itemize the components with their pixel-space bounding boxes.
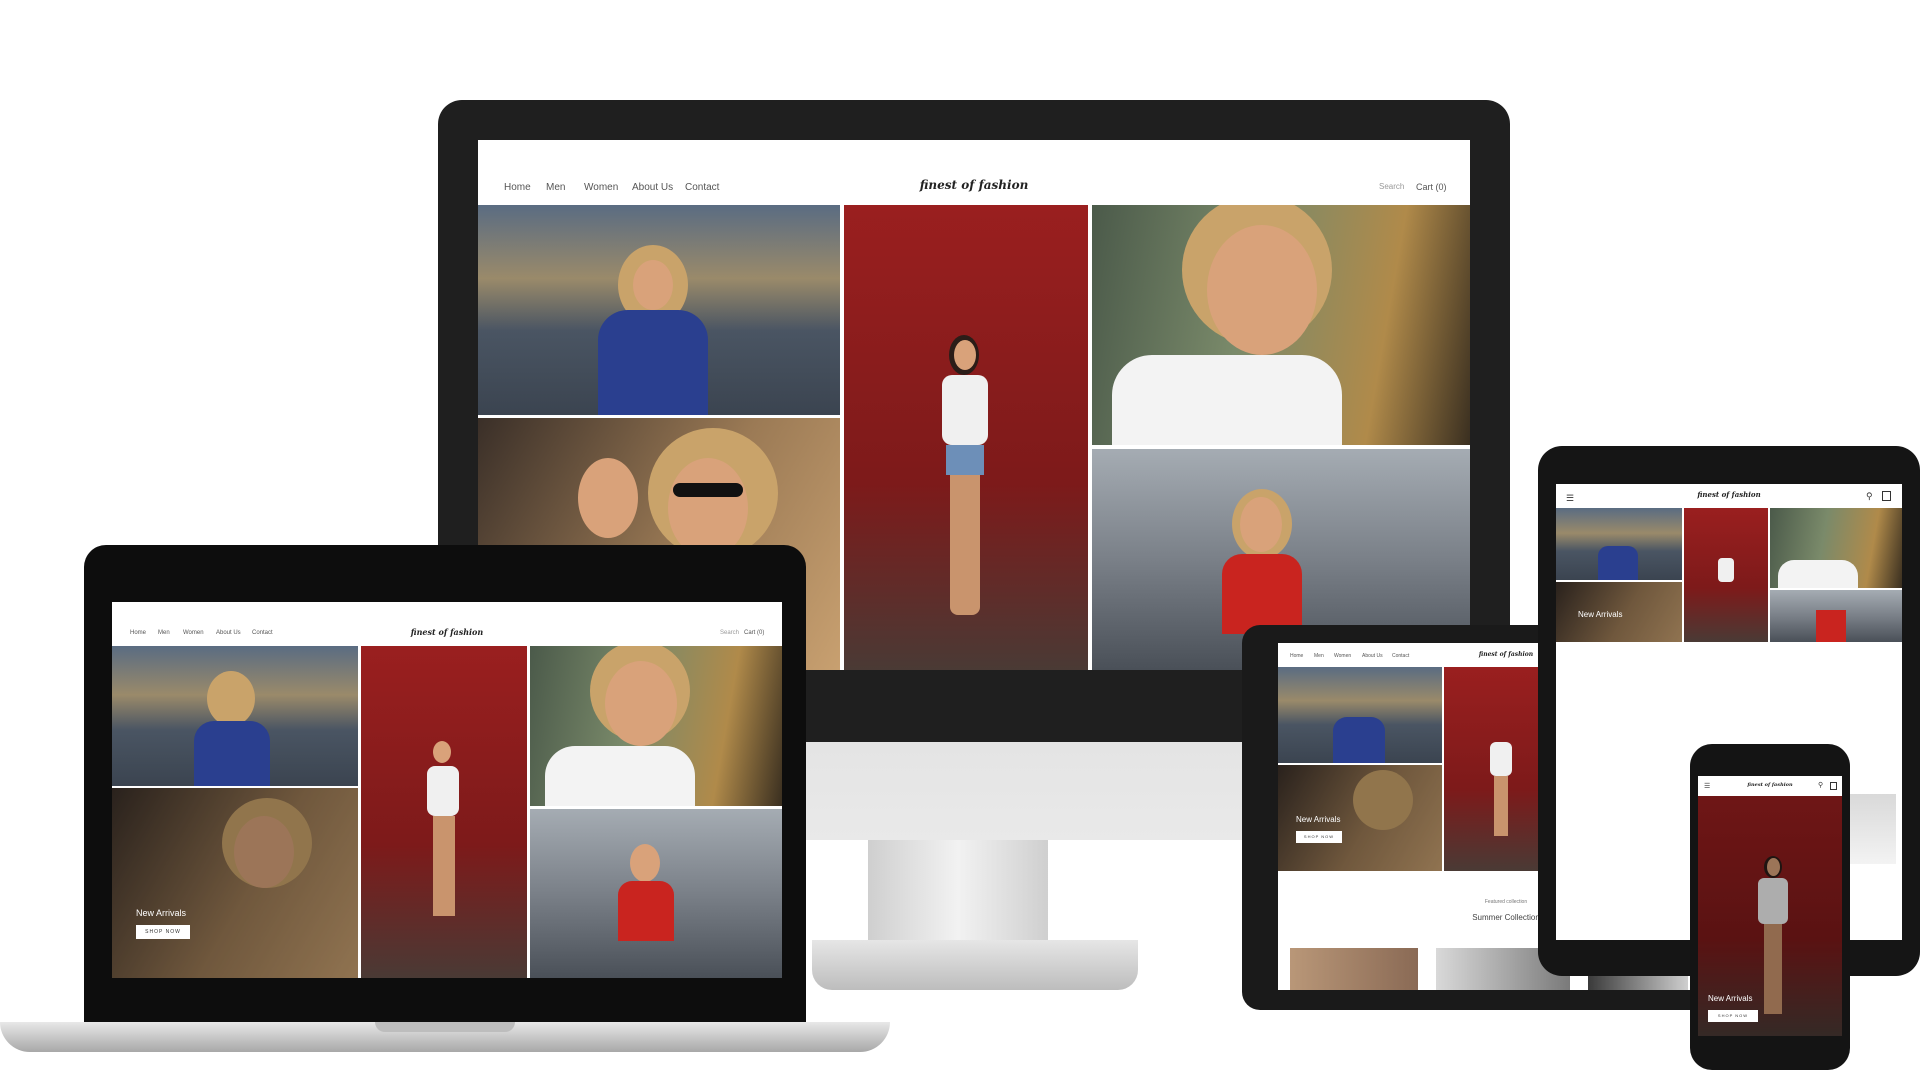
nav-women[interactable]: Women bbox=[183, 630, 204, 636]
photo-man-smiling[interactable] bbox=[1770, 508, 1902, 588]
nav-about-us[interactable]: About Us bbox=[632, 182, 673, 193]
nav-home[interactable]: Home bbox=[1290, 653, 1303, 659]
photo-couple-sunglasses[interactable]: New Arrivals SHOP NOW bbox=[1278, 765, 1442, 871]
photo-man-smiling[interactable] bbox=[1092, 205, 1470, 445]
menu-icon[interactable]: ☰ bbox=[1566, 493, 1574, 504]
shop-now-button[interactable]: SHOP NOW bbox=[1296, 831, 1342, 843]
tablet-portrait-header: ☰ finest of fashion ⚲ bbox=[1556, 484, 1902, 508]
shop-now-button[interactable]: SHOP NOW bbox=[136, 925, 190, 939]
hero-title: New Arrivals bbox=[1708, 994, 1753, 1003]
site-logo[interactable]: finest of fashion bbox=[1697, 490, 1760, 499]
photo-swing-ride-woman[interactable] bbox=[530, 809, 782, 978]
nav-contact[interactable]: Contact bbox=[1392, 653, 1409, 659]
bag-icon[interactable] bbox=[1830, 782, 1837, 790]
search-icon[interactable]: ⚲ bbox=[1818, 781, 1823, 789]
monitor-stand-base bbox=[812, 940, 1138, 990]
cart-link[interactable]: Cart (0) bbox=[744, 630, 764, 636]
photo-swing-ride-woman[interactable] bbox=[1770, 590, 1902, 642]
nav-home[interactable]: Home bbox=[504, 182, 531, 193]
photo-couple-sunglasses[interactable]: New Arrivals SHOP NOW bbox=[112, 788, 358, 978]
photo-carnival-girl[interactable] bbox=[1556, 508, 1682, 580]
bag-icon[interactable] bbox=[1882, 491, 1891, 501]
photo-brick-wall-woman[interactable] bbox=[361, 646, 527, 978]
desktop-header: Home Men Women About Us Contact finest o… bbox=[478, 140, 1470, 205]
photo-carnival-girl[interactable] bbox=[112, 646, 358, 786]
phone-header: ☰ finest of fashion ⚲ bbox=[1698, 776, 1842, 796]
nav-home[interactable]: Home bbox=[130, 630, 146, 636]
nav-men[interactable]: Men bbox=[158, 630, 170, 636]
nav-about-us[interactable]: About Us bbox=[216, 630, 241, 636]
photo-brick-wall-woman[interactable] bbox=[844, 205, 1088, 670]
hero-title: New Arrivals bbox=[136, 908, 187, 918]
laptop-notch bbox=[375, 1022, 515, 1032]
hero-title: New Arrivals bbox=[1296, 815, 1341, 824]
nav-men[interactable]: Men bbox=[1314, 653, 1324, 659]
nav-contact[interactable]: Contact bbox=[252, 630, 273, 636]
site-logo[interactable]: finest of fashion bbox=[920, 178, 1029, 192]
search-link[interactable]: Search bbox=[1379, 182, 1404, 191]
photo-carnival-girl[interactable] bbox=[478, 205, 840, 415]
search-link[interactable]: Search bbox=[720, 630, 739, 636]
photo-couple-sunglasses[interactable]: New Arrivals bbox=[1556, 582, 1682, 642]
nav-women[interactable]: Women bbox=[584, 182, 618, 193]
site-logo[interactable]: finest of fashion bbox=[411, 627, 483, 637]
phone-screen: ☰ finest of fashion ⚲ New Arrivals SHOP … bbox=[1698, 776, 1842, 1036]
shop-now-button[interactable]: SHOP NOW bbox=[1708, 1010, 1758, 1022]
photo-brick-wall-woman[interactable] bbox=[1684, 508, 1768, 642]
nav-about-us[interactable]: About Us bbox=[1362, 653, 1383, 659]
product-card[interactable] bbox=[1846, 794, 1896, 864]
site-logo[interactable]: finest of fashion bbox=[1479, 651, 1533, 658]
hero-title: New Arrivals bbox=[1578, 610, 1623, 619]
photo-carnival-girl[interactable] bbox=[1278, 667, 1442, 763]
photo-brick-wall-woman[interactable]: New Arrivals SHOP NOW bbox=[1698, 796, 1842, 1036]
search-icon[interactable]: ⚲ bbox=[1866, 491, 1873, 502]
menu-icon[interactable]: ☰ bbox=[1704, 782, 1710, 790]
site-logo[interactable]: finest of fashion bbox=[1747, 782, 1792, 788]
cart-link[interactable]: Cart (0) bbox=[1416, 182, 1447, 192]
nav-men[interactable]: Men bbox=[546, 182, 565, 193]
product-card[interactable] bbox=[1290, 948, 1418, 990]
photo-man-smiling[interactable] bbox=[530, 646, 782, 806]
laptop-header: Home Men Women About Us Contact finest o… bbox=[112, 602, 782, 646]
nav-women[interactable]: Women bbox=[1334, 653, 1351, 659]
nav-contact[interactable]: Contact bbox=[685, 182, 719, 193]
laptop-screen: Home Men Women About Us Contact finest o… bbox=[112, 602, 782, 978]
